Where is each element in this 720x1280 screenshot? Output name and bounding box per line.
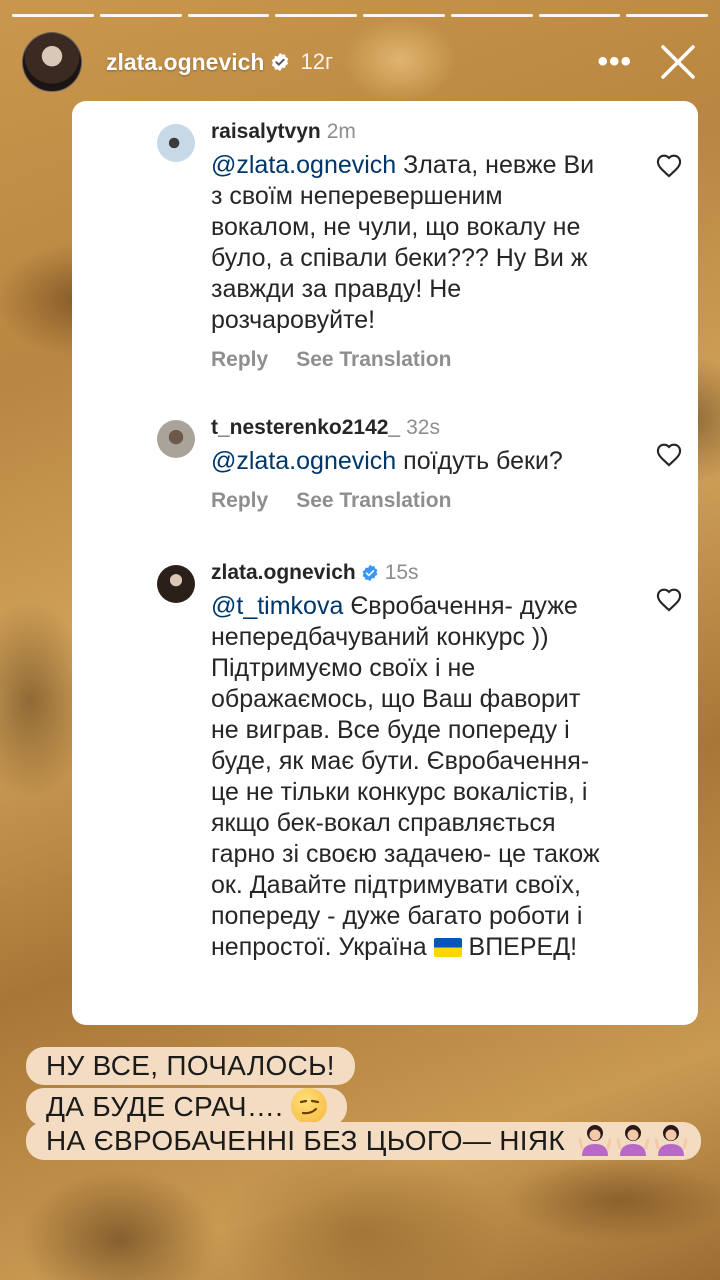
comment-username[interactable]: t_nesterenko2142_ <box>211 416 400 440</box>
heart-icon[interactable] <box>655 441 683 467</box>
shrug-emoji-icon <box>654 1122 688 1158</box>
story-avatar[interactable] <box>22 32 82 92</box>
reply-button[interactable]: Reply <box>211 348 268 372</box>
caption-line-1: НУ ВСЕ, ПОЧАЛОСЬ! <box>26 1047 355 1085</box>
comment-text: @t_timkova Євробачення- дуже непередбачу… <box>211 591 606 963</box>
progress-segment <box>12 14 94 17</box>
comment-text: @zlata.ognevich поїдуть беки? <box>211 446 640 477</box>
shrug-emoji-icon <box>616 1122 650 1158</box>
comment-mention[interactable]: @t_timkova <box>211 592 343 620</box>
verified-badge-icon <box>362 564 378 582</box>
comment-mention[interactable]: @zlata.ognevich <box>211 447 396 475</box>
comment-username[interactable]: raisalytvyn <box>211 120 321 144</box>
comment-body-end: ВПЕРЕД! <box>468 933 578 961</box>
heart-icon[interactable] <box>655 152 683 178</box>
progress-segment <box>450 14 533 17</box>
story-username[interactable]: zlata.ognevich <box>106 49 264 76</box>
story-time: 12г <box>300 49 333 74</box>
progress-segment <box>538 14 621 17</box>
comment-time: 2m <box>326 120 356 143</box>
commenter-avatar[interactable] <box>157 565 195 603</box>
comment-time: 15s <box>384 561 419 584</box>
heart-icon[interactable] <box>655 586 683 612</box>
progress-segment <box>626 14 708 17</box>
comment-body: Євробачення- дуже непередбачуваний конку… <box>211 592 600 961</box>
verified-badge-icon <box>272 52 289 72</box>
see-translation-button[interactable]: See Translation <box>296 489 451 513</box>
ukraine-flag-icon <box>433 938 462 957</box>
reply-button[interactable]: Reply <box>211 489 268 513</box>
commenter-avatar[interactable] <box>157 420 195 458</box>
story-header: zlata.ognevich 12г ••• <box>22 32 698 92</box>
caption-line-2: ДА БУДЕ СРАЧ…. <box>26 1088 348 1126</box>
progress-segment <box>363 14 445 17</box>
close-icon[interactable] <box>658 42 698 82</box>
more-icon[interactable]: ••• <box>597 47 632 77</box>
comment-body: поїдуть беки? <box>396 447 563 475</box>
progress-segment <box>275 14 357 17</box>
shrug-emoji-icon <box>578 1122 612 1158</box>
comment-username[interactable]: zlata.ognevich <box>211 561 356 585</box>
smirk-emoji-icon <box>291 1088 328 1124</box>
see-translation-button[interactable]: See Translation <box>296 348 451 372</box>
commenter-avatar[interactable] <box>157 124 195 162</box>
comment-mention[interactable]: @zlata.ognevich <box>211 151 396 179</box>
progress-segment <box>99 14 182 17</box>
comment-text: @zlata.ognevich Злата, невже Ви з своїм … <box>211 150 601 336</box>
story-progress-bar <box>12 14 708 17</box>
progress-segment <box>187 14 270 17</box>
comment-time: 32s <box>406 416 440 439</box>
caption-line-3: НА ЄВРОБАЧЕННІ БЕЗ ЦЬОГО— НІЯК <box>26 1122 702 1160</box>
